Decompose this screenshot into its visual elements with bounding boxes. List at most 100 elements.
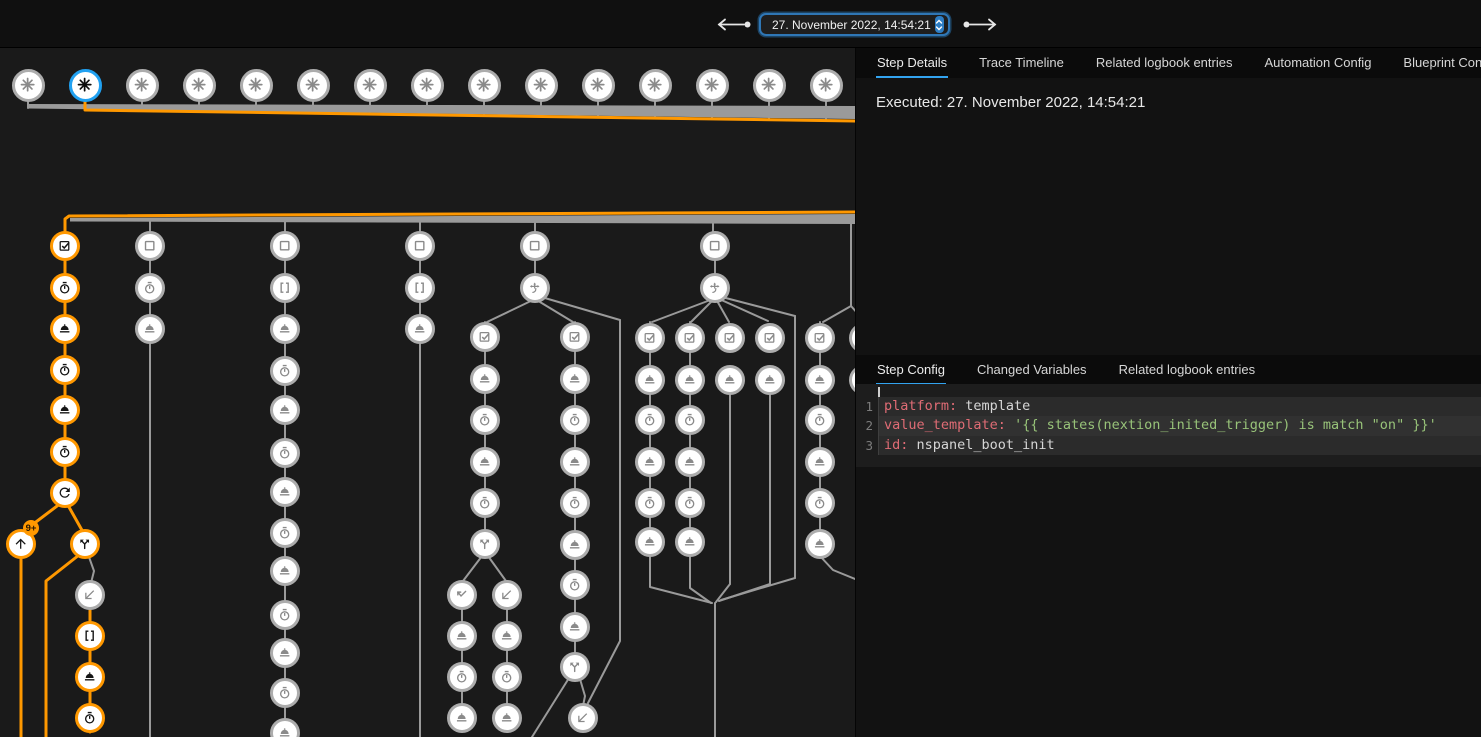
asterisk-node[interactable]	[126, 69, 159, 102]
bell-node[interactable]	[270, 638, 300, 668]
bell-node[interactable]	[270, 718, 300, 737]
asterisk-node[interactable]	[69, 69, 102, 102]
bell-node[interactable]	[560, 530, 590, 560]
bell-node[interactable]	[50, 314, 80, 344]
bell-node[interactable]	[135, 314, 165, 344]
select-stepper-icon[interactable]	[935, 16, 944, 33]
checkbox-node[interactable]	[715, 323, 745, 353]
bell-node[interactable]	[560, 612, 590, 642]
asterisk-node[interactable]	[240, 69, 273, 102]
bell-node[interactable]	[635, 447, 665, 477]
timer-node[interactable]	[560, 488, 590, 518]
bell-node[interactable]	[675, 527, 705, 557]
tab-changed-variables[interactable]: Changed Variables	[976, 355, 1088, 385]
bell-node[interactable]	[270, 477, 300, 507]
refresh-node[interactable]	[50, 478, 80, 508]
checkbox-node[interactable]	[635, 323, 665, 353]
timer-node[interactable]	[470, 405, 500, 435]
tab-related-logbook-entries[interactable]: Related logbook entries	[1118, 355, 1257, 385]
bell-node[interactable]	[805, 529, 835, 559]
choose-node[interactable]	[470, 529, 500, 559]
bell-node[interactable]	[805, 447, 835, 477]
square-node[interactable]	[520, 231, 550, 261]
asterisk-node[interactable]	[297, 69, 330, 102]
parallel-node[interactable]	[700, 273, 730, 303]
parallel-node[interactable]	[520, 273, 550, 303]
bell-node[interactable]	[270, 314, 300, 344]
timer-node[interactable]	[270, 600, 300, 630]
tab-trace-timeline[interactable]: Trace Timeline	[978, 48, 1065, 78]
timer-node[interactable]	[492, 662, 522, 692]
bell-node[interactable]	[492, 703, 522, 733]
bell-node[interactable]	[470, 447, 500, 477]
tab-related-logbook-entries[interactable]: Related logbook entries	[1095, 48, 1234, 78]
checkbox-node[interactable]	[560, 322, 590, 352]
bell-node[interactable]	[635, 527, 665, 557]
timer-node[interactable]	[635, 405, 665, 435]
brackets-node[interactable]	[405, 273, 435, 303]
timer-node[interactable]	[675, 405, 705, 435]
asterisk-node[interactable]	[753, 69, 786, 102]
checkbox-node[interactable]	[50, 231, 80, 261]
check-arrow-node[interactable]	[447, 580, 477, 610]
asterisk-node[interactable]	[525, 69, 558, 102]
brackets-node[interactable]	[75, 621, 105, 651]
square-node[interactable]	[700, 231, 730, 261]
asterisk-node[interactable]	[411, 69, 444, 102]
previous-run-icon[interactable]	[716, 18, 752, 31]
tab-step-config[interactable]: Step Config	[876, 355, 946, 385]
timer-node[interactable]	[560, 570, 590, 600]
run-datetime-select[interactable]: 27. November 2022, 14:54:21	[759, 13, 950, 36]
timer-node[interactable]	[135, 273, 165, 303]
asterisk-node[interactable]	[354, 69, 387, 102]
bell-node[interactable]	[50, 395, 80, 425]
arrow-bl-node[interactable]	[568, 703, 598, 733]
timer-node[interactable]	[50, 355, 80, 385]
step-config-code-editor[interactable]: 1platform: template2value_template: '{{ …	[856, 384, 1481, 467]
timer-node[interactable]	[270, 438, 300, 468]
bell-node[interactable]	[560, 364, 590, 394]
timer-node[interactable]	[270, 678, 300, 708]
bell-node[interactable]	[75, 662, 105, 692]
tab-blueprint-config[interactable]: Blueprint Config	[1402, 48, 1481, 78]
timer-node[interactable]	[805, 405, 835, 435]
next-run-icon[interactable]	[962, 18, 998, 31]
brackets-node[interactable]	[270, 273, 300, 303]
bell-node[interactable]	[805, 365, 835, 395]
timer-node[interactable]	[805, 488, 835, 518]
bell-node[interactable]	[447, 703, 477, 733]
asterisk-node[interactable]	[468, 69, 501, 102]
bell-node[interactable]	[270, 395, 300, 425]
bell-node[interactable]	[675, 447, 705, 477]
square-node[interactable]	[405, 231, 435, 261]
asterisk-node[interactable]	[183, 69, 216, 102]
arrow-bl-node[interactable]	[492, 580, 522, 610]
square-node[interactable]	[135, 231, 165, 261]
bell-node[interactable]	[635, 365, 665, 395]
timer-node[interactable]	[50, 273, 80, 303]
timer-node[interactable]	[560, 405, 590, 435]
bell-node[interactable]	[560, 447, 590, 477]
timer-node[interactable]	[50, 437, 80, 467]
checkbox-node[interactable]	[805, 323, 835, 353]
tab-step-details[interactable]: Step Details	[876, 48, 948, 78]
checkbox-node[interactable]	[755, 323, 785, 353]
checkbox-node[interactable]	[675, 323, 705, 353]
asterisk-node[interactable]	[582, 69, 615, 102]
timer-node[interactable]	[635, 488, 665, 518]
bell-node[interactable]	[447, 621, 477, 651]
choose-node[interactable]	[560, 652, 590, 682]
arrow-bl-node[interactable]	[75, 580, 105, 610]
tab-automation-config[interactable]: Automation Config	[1263, 48, 1372, 78]
timer-node[interactable]	[270, 518, 300, 548]
bell-node[interactable]	[470, 364, 500, 394]
asterisk-node[interactable]	[639, 69, 672, 102]
asterisk-node[interactable]	[696, 69, 729, 102]
timer-node[interactable]	[447, 662, 477, 692]
timer-node[interactable]	[270, 356, 300, 386]
asterisk-node[interactable]	[810, 69, 843, 102]
timer-node[interactable]	[470, 488, 500, 518]
square-node[interactable]	[270, 231, 300, 261]
timer-node[interactable]	[75, 703, 105, 733]
bell-node[interactable]	[715, 365, 745, 395]
